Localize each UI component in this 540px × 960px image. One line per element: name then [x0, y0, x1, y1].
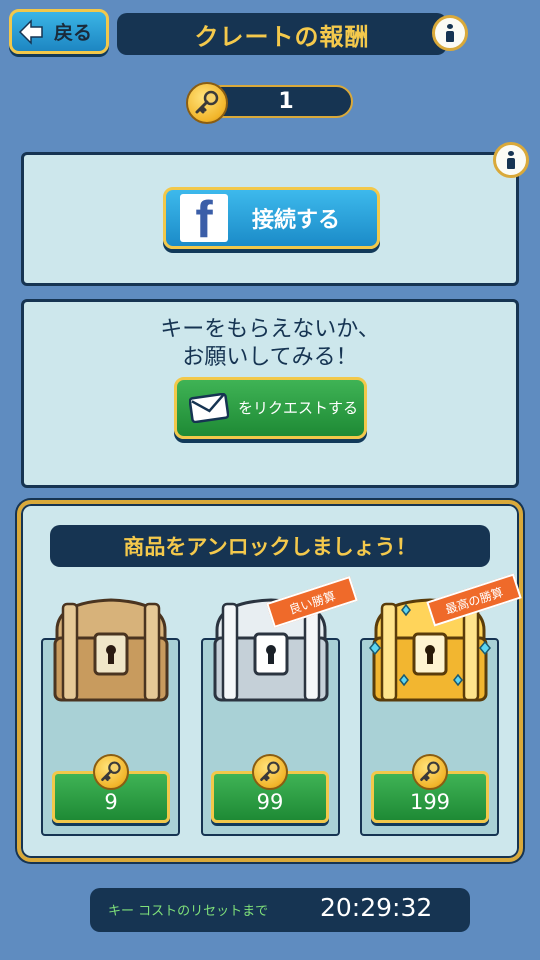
key-icon: [186, 82, 228, 124]
info-icon: [507, 151, 515, 169]
back-button[interactable]: 戻る: [9, 9, 109, 54]
request-key-button[interactable]: をリクエストする: [174, 377, 367, 439]
key-icon: [252, 754, 288, 790]
info-icon: [446, 24, 454, 42]
request-message-line2: お願いしてみる！: [182, 345, 358, 370]
facebook-connect-label: 接続する: [252, 208, 341, 233]
reset-timer-value: 20:29:32: [320, 893, 433, 922]
facebook-icon: f: [180, 194, 228, 242]
key-icon: [412, 754, 448, 790]
page-title: クレートの報酬: [117, 13, 447, 55]
request-message-line1: キーをもらえないか、: [160, 317, 380, 342]
envelope-icon: [189, 393, 229, 423]
request-key-label: をリクエストする: [237, 398, 358, 417]
silver-chest-price: 99: [256, 790, 284, 814]
arrow-left-icon: [18, 18, 43, 45]
facebook-info-button[interactable]: [493, 142, 529, 178]
shop-title: 商品をアンロックしましょう！: [50, 525, 490, 567]
info-button[interactable]: [432, 15, 468, 51]
wooden-chest-image: [53, 598, 169, 702]
reset-timer-label: キー コストのリセットまで: [108, 904, 269, 919]
facebook-connect-button[interactable]: f 接続する: [163, 187, 380, 249]
wooden-chest-price: 9: [104, 790, 118, 814]
key-icon: [93, 754, 129, 790]
back-button-label: 戻る: [54, 22, 93, 44]
request-message: キーをもらえないか、 お願いしてみる！: [24, 316, 516, 372]
gold-chest-price: 199: [409, 790, 451, 814]
